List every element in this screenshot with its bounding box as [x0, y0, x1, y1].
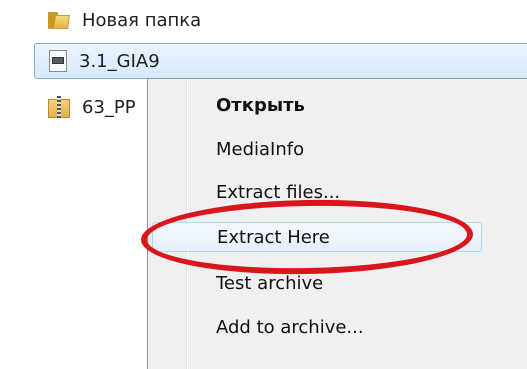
file-name: 3.1_GIA9	[79, 50, 160, 72]
menu-item-mediainfo[interactable]: MediaInfo	[216, 135, 304, 165]
document-icon	[49, 50, 67, 72]
file-name: Новая папка	[82, 9, 202, 31]
file-item-archive[interactable]: 63_PP	[48, 91, 136, 123]
file-item-new-folder[interactable]: Новая папка	[48, 4, 201, 36]
menu-item-extract-files[interactable]: Extract files...	[216, 178, 340, 208]
archive-icon	[48, 96, 70, 118]
menu-item-extract-here[interactable]: Extract Here	[152, 222, 482, 252]
menu-item-add-to-archive[interactable]: Add to archive...	[216, 313, 364, 343]
folder-icon	[48, 11, 70, 29]
context-menu: Открыть MediaInfo Extract files... Extra…	[147, 78, 527, 369]
menu-item-test-archive[interactable]: Test archive	[216, 269, 323, 299]
menu-item-open[interactable]: Открыть	[216, 91, 305, 121]
file-item-selected[interactable]: 3.1_GIA9	[34, 43, 527, 79]
file-name: 63_PP	[82, 96, 136, 118]
